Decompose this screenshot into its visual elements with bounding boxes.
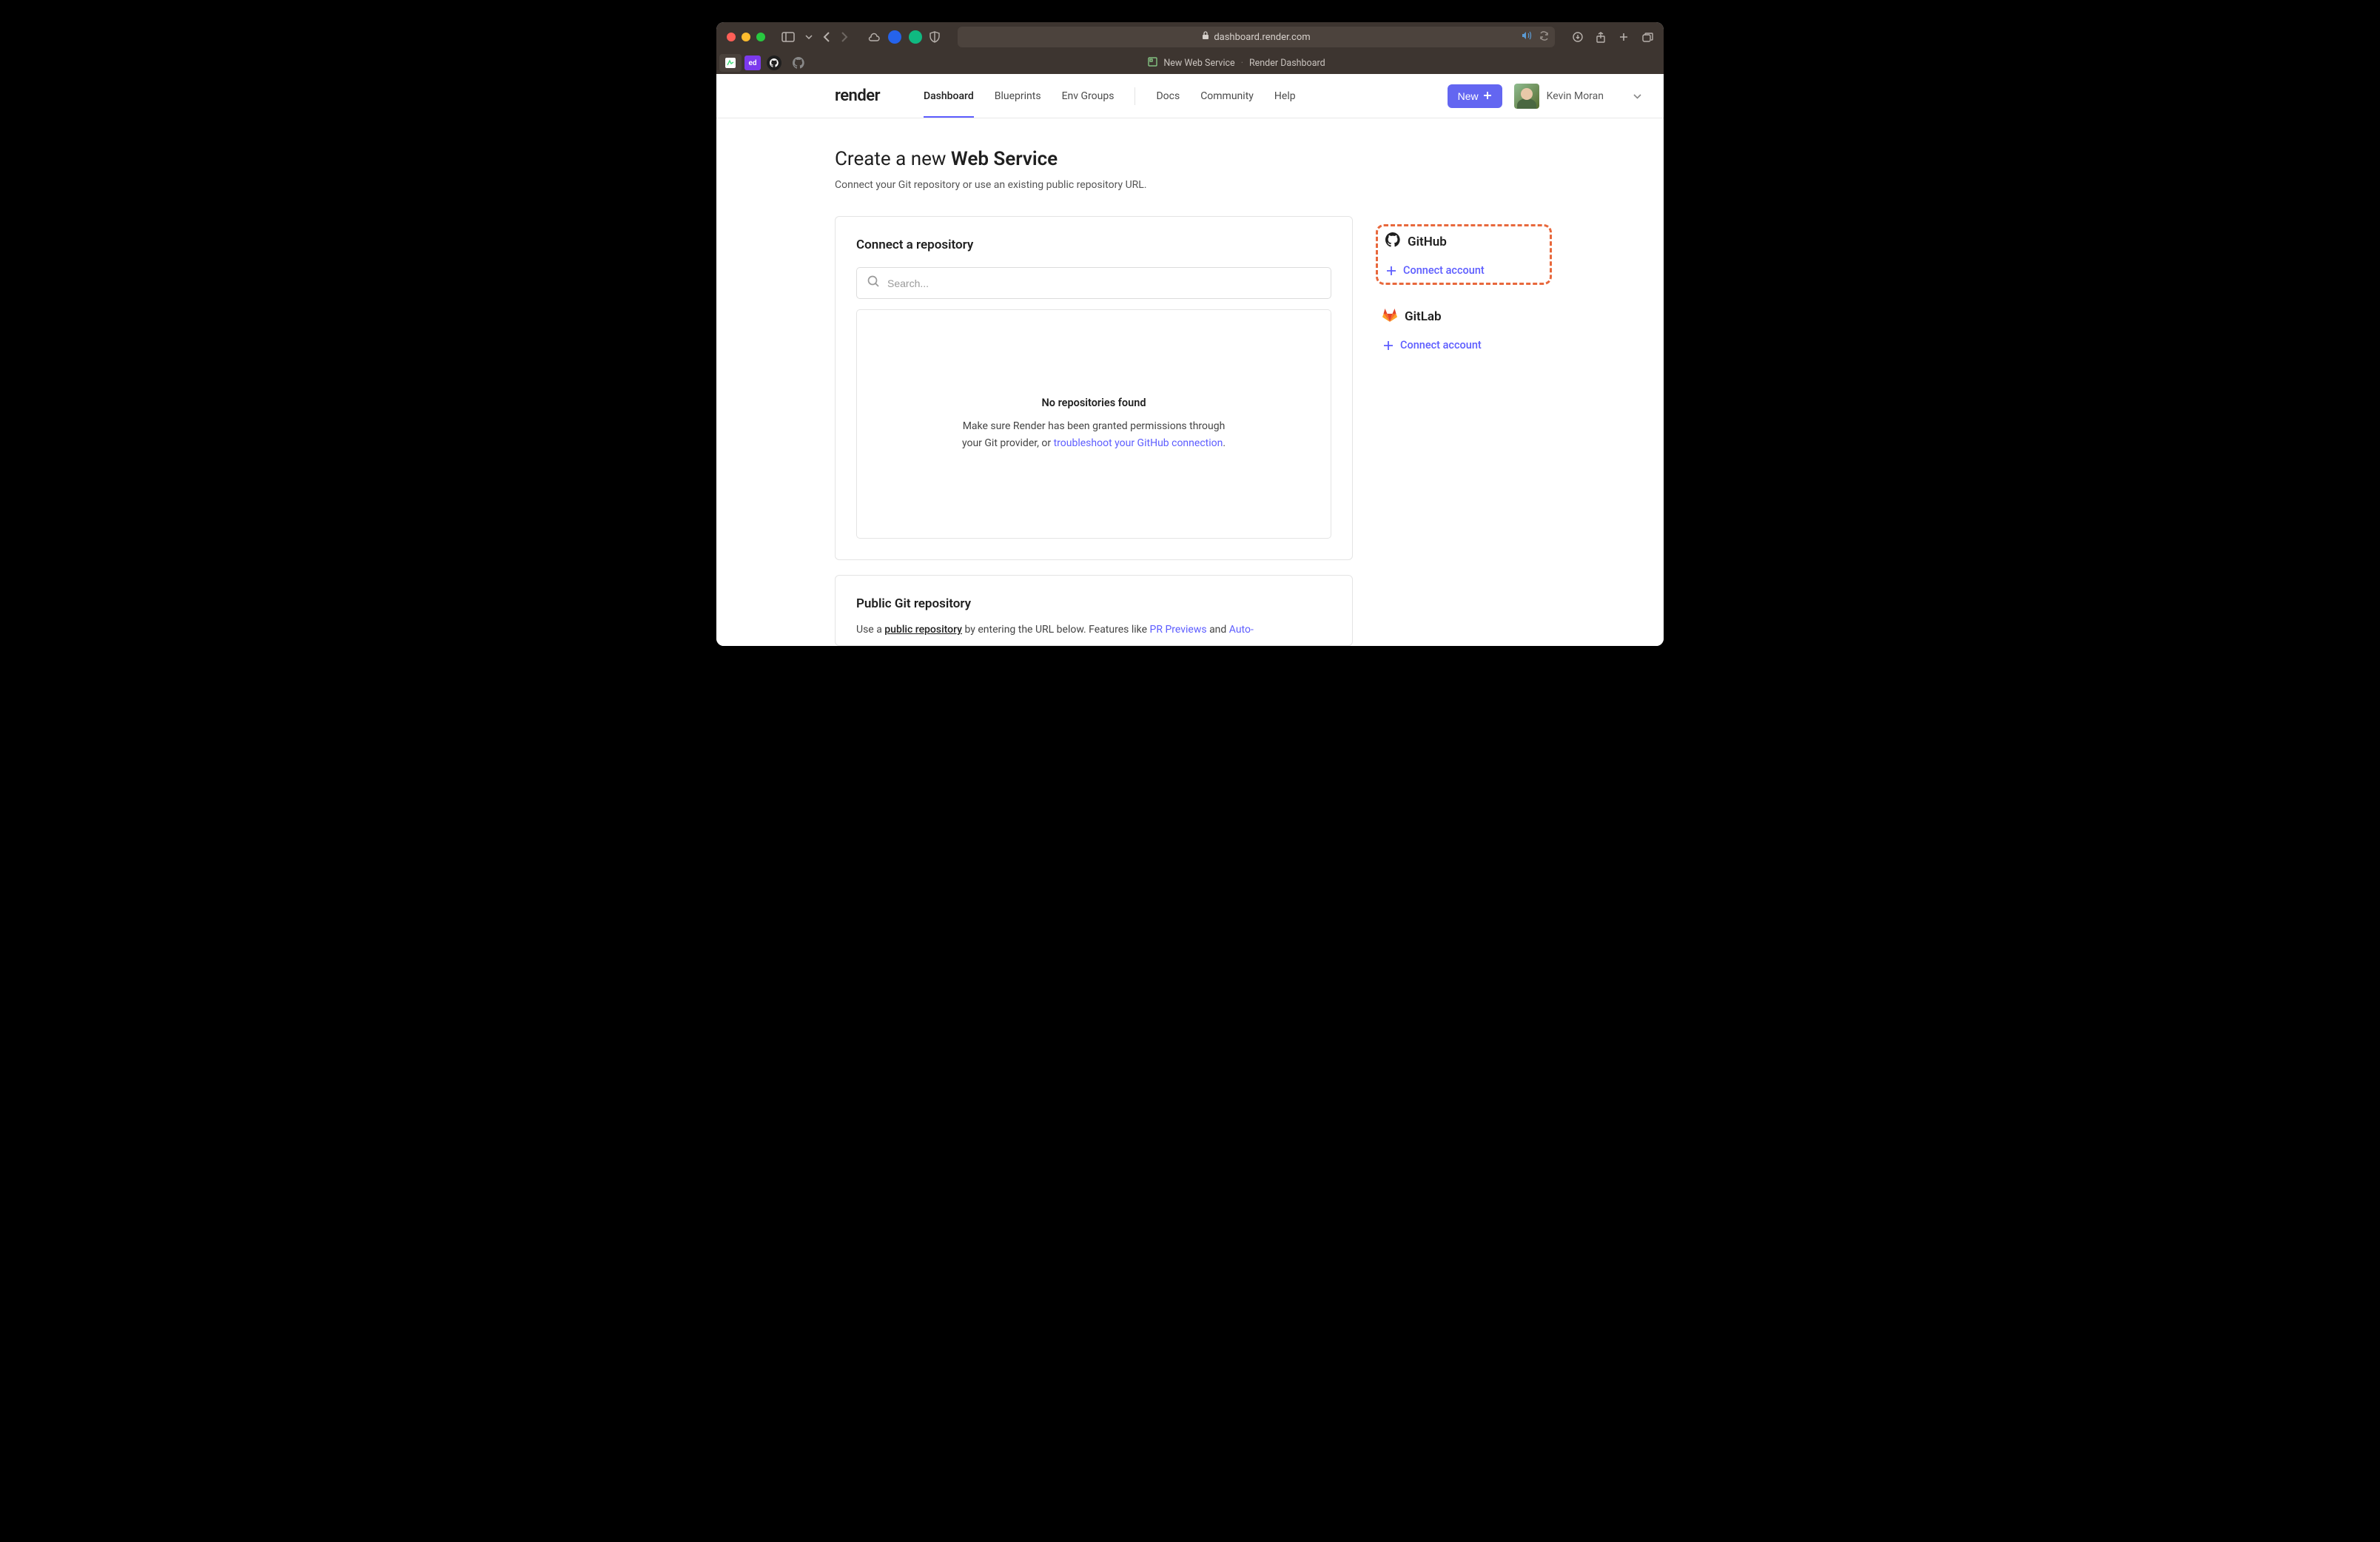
public-repo-card: Public Git repository Use a public repos… bbox=[835, 575, 1353, 646]
downloads-icon[interactable] bbox=[1573, 32, 1583, 42]
browser-titlebar: dashboard.render.com bbox=[716, 22, 1664, 52]
gitlab-icon bbox=[1382, 308, 1397, 326]
back-button[interactable] bbox=[823, 32, 830, 42]
share-icon[interactable] bbox=[1596, 32, 1605, 43]
sidebar-toggle-icon[interactable] bbox=[781, 32, 795, 42]
providers-sidebar: GitHub Connect account bbox=[1382, 216, 1545, 381]
page-subtitle: Connect your Git repository or use an ex… bbox=[835, 179, 1545, 191]
repo-search[interactable] bbox=[856, 267, 1331, 299]
url-text: dashboard.render.com bbox=[1214, 32, 1310, 43]
render-favicon-icon bbox=[1148, 57, 1157, 70]
github-icon bbox=[1385, 232, 1400, 251]
maximize-window-button[interactable] bbox=[756, 33, 765, 41]
browser-window: dashboard.render.com bbox=[716, 22, 1664, 646]
provider-gitlab: GitLab Connect account bbox=[1382, 308, 1545, 351]
chevron-down-icon[interactable] bbox=[805, 35, 813, 39]
troubleshoot-link[interactable]: troubleshoot your GitHub connection bbox=[1054, 437, 1223, 449]
active-tab-title[interactable]: New Web Service · Render Dashboard bbox=[813, 57, 1661, 70]
nav-blueprints[interactable]: Blueprints bbox=[995, 75, 1041, 117]
plus-icon bbox=[1483, 90, 1492, 102]
user-name: Kevin Moran bbox=[1547, 90, 1604, 102]
shield-icon[interactable] bbox=[930, 31, 940, 43]
extension-icons bbox=[867, 30, 940, 44]
connect-repository-card: Connect a repository No repositories fou… bbox=[835, 216, 1353, 560]
github-connect-button[interactable]: Connect account bbox=[1385, 264, 1542, 277]
page-title: Create a new Web Service bbox=[835, 148, 1545, 170]
app-header: render Dashboard Blueprints Env Groups D… bbox=[716, 74, 1664, 118]
reload-icon[interactable] bbox=[1539, 31, 1549, 44]
public-repo-title: Public Git repository bbox=[856, 596, 1331, 611]
github-heading: GitHub bbox=[1385, 232, 1542, 251]
lock-icon bbox=[1202, 31, 1209, 43]
nav-help[interactable]: Help bbox=[1274, 75, 1296, 117]
render-logo[interactable]: render bbox=[835, 87, 880, 105]
chevron-down-icon bbox=[1633, 90, 1641, 102]
user-menu[interactable]: Kevin Moran bbox=[1514, 84, 1641, 109]
address-bar[interactable]: dashboard.render.com bbox=[958, 27, 1555, 47]
close-window-button[interactable] bbox=[727, 33, 736, 41]
forward-button[interactable] bbox=[841, 32, 848, 42]
auto-deploy-link[interactable]: Auto- bbox=[1229, 624, 1254, 636]
extension-green-icon[interactable] bbox=[909, 30, 922, 44]
search-icon bbox=[867, 275, 880, 291]
pinned-tab-1[interactable] bbox=[719, 54, 742, 72]
app-viewport: render Dashboard Blueprints Env Groups D… bbox=[716, 74, 1664, 646]
cloud-icon[interactable] bbox=[867, 30, 881, 44]
pinned-tab-4[interactable] bbox=[787, 54, 810, 72]
audio-icon[interactable] bbox=[1522, 31, 1532, 44]
repo-results-box: No repositories found Make sure Render h… bbox=[856, 309, 1331, 539]
page-content: Create a new Web Service Connect your Gi… bbox=[716, 118, 1664, 646]
traffic-lights bbox=[727, 33, 765, 41]
nav-dashboard[interactable]: Dashboard bbox=[924, 75, 974, 117]
new-button[interactable]: New bbox=[1448, 84, 1502, 108]
pr-previews-link[interactable]: PR Previews bbox=[1150, 624, 1207, 636]
plus-icon bbox=[1385, 265, 1397, 277]
connect-repo-title: Connect a repository bbox=[856, 238, 1331, 252]
gitlab-heading: GitLab bbox=[1382, 308, 1545, 326]
extension-blue-icon[interactable] bbox=[888, 30, 901, 44]
provider-github: GitHub Connect account bbox=[1382, 231, 1545, 278]
nav-community[interactable]: Community bbox=[1200, 75, 1254, 117]
nav-docs[interactable]: Docs bbox=[1156, 75, 1180, 117]
no-repos-title: No repositories found bbox=[1042, 397, 1146, 409]
gitlab-connect-button[interactable]: Connect account bbox=[1382, 339, 1545, 351]
pinned-tab-2[interactable]: ed bbox=[744, 55, 761, 70]
repo-search-input[interactable] bbox=[887, 277, 1320, 289]
main-nav: Dashboard Blueprints Env Groups Docs Com… bbox=[924, 75, 1296, 117]
public-repo-text: Use a public repository by entering the … bbox=[856, 622, 1331, 638]
new-tab-icon[interactable] bbox=[1618, 32, 1629, 42]
avatar bbox=[1514, 84, 1539, 109]
nav-env-groups[interactable]: Env Groups bbox=[1062, 75, 1115, 117]
tab-strip: ed New Web Service · Render Dashboard bbox=[716, 52, 1664, 74]
tabs-overview-icon[interactable] bbox=[1642, 33, 1653, 42]
pinned-tab-3[interactable] bbox=[767, 55, 781, 70]
nav-divider bbox=[1134, 87, 1135, 105]
plus-icon bbox=[1382, 340, 1394, 351]
minimize-window-button[interactable] bbox=[742, 33, 750, 41]
no-repos-hint: Make sure Render has been granted permis… bbox=[962, 418, 1226, 451]
